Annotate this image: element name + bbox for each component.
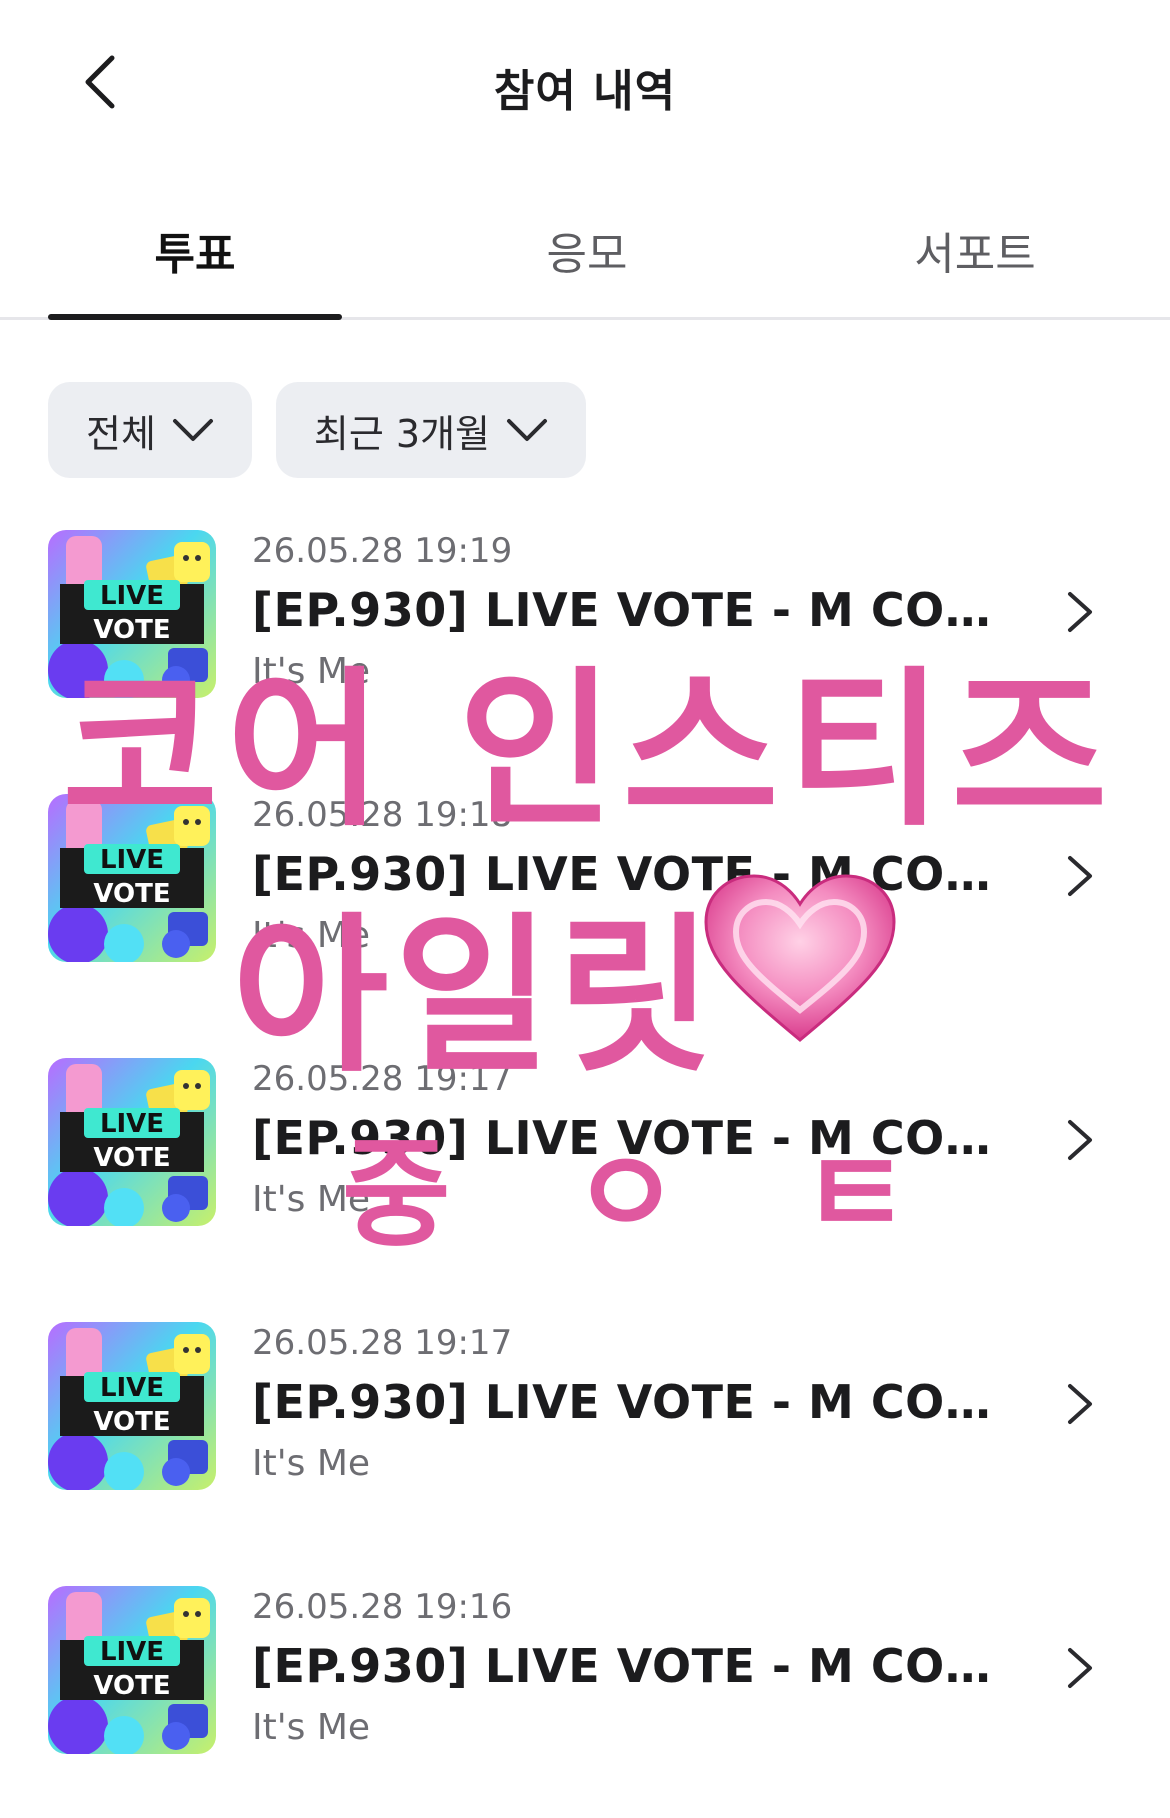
participation-history-screen: 참여 내역 투표 응모 서포트 전체 최근 3개월 LIVE VOTE 26.0… [0, 0, 1170, 1818]
tab-entry[interactable]: 응모 [440, 218, 734, 282]
filter-type-label: 전체 [86, 411, 156, 456]
tab-vote[interactable]: 투표 [48, 218, 342, 282]
list-item[interactable]: LIVE VOTE 26.05.28 19:16 [EP.930] LIVE V… [0, 1586, 1170, 1756]
header: 참여 내역 [0, 0, 1170, 170]
thumb-text-live: LIVE [100, 1637, 164, 1667]
vote-date: 26.05.28 19:17 [252, 1059, 513, 1099]
chevron-down-icon [172, 419, 213, 441]
vote-title: [EP.930] LIVE VOTE - M COUN... [252, 847, 992, 901]
list-item-meta: 26.05.28 19:17 [EP.930] LIVE VOTE - M CO… [252, 1058, 1012, 1224]
list-item-meta: 26.05.28 19:18 [EP.930] LIVE VOTE - M CO… [252, 794, 1012, 960]
live-vote-thumbnail: LIVE VOTE [48, 1586, 216, 1754]
live-vote-thumbnail: LIVE VOTE [48, 794, 216, 962]
filter-type-dropdown[interactable]: 전체 [48, 382, 252, 478]
vote-date: 26.05.28 19:18 [252, 795, 513, 835]
vote-date: 26.05.28 19:16 [252, 1587, 513, 1627]
active-tab-indicator [48, 314, 342, 320]
live-vote-thumbnail: LIVE VOTE [48, 530, 216, 698]
chevron-right-icon [1068, 856, 1092, 896]
thumb-text-vote: VOTE [93, 879, 170, 909]
thumb-text-vote: VOTE [93, 615, 170, 645]
voted-artist: It's Me [252, 1443, 371, 1484]
thumb-text-live: LIVE [100, 1373, 164, 1403]
list-item[interactable]: LIVE VOTE 26.05.28 19:18 [EP.930] LIVE V… [0, 794, 1170, 964]
voted-artist: It's Me [252, 1707, 371, 1748]
chevron-right-icon [1068, 1384, 1092, 1424]
filter-period-label: 최근 3개월 [313, 411, 491, 456]
thumb-text-vote: VOTE [93, 1407, 170, 1437]
chevron-right-icon [1068, 1648, 1092, 1688]
list-item-meta: 26.05.28 19:19 [EP.930] LIVE VOTE - M CO… [252, 530, 1012, 696]
tab-bar: 투표 응모 서포트 [0, 200, 1170, 320]
thumb-text-live: LIVE [100, 1109, 164, 1139]
list-item[interactable]: LIVE VOTE 26.05.28 19:17 [EP.930] LIVE V… [0, 1322, 1170, 1492]
vote-title: [EP.930] LIVE VOTE - M COUN... [252, 1375, 992, 1429]
live-vote-thumbnail: LIVE VOTE [48, 1058, 216, 1226]
list-item-meta: 26.05.28 19:16 [EP.930] LIVE VOTE - M CO… [252, 1586, 1012, 1752]
filter-period-dropdown[interactable]: 최근 3개월 [275, 382, 587, 478]
thumb-text-live: LIVE [100, 845, 164, 875]
voted-artist: It's Me [252, 651, 371, 692]
live-vote-thumbnail: LIVE VOTE [48, 1322, 216, 1490]
chevron-down-icon [507, 419, 548, 441]
vote-title: [EP.930] LIVE VOTE - M COUN... [252, 1639, 992, 1693]
thumb-text-live: LIVE [100, 581, 164, 611]
vote-date: 26.05.28 19:17 [252, 1323, 513, 1363]
page-title: 참여 내역 [493, 66, 677, 117]
voted-artist: It's Me [252, 915, 371, 956]
list-item[interactable]: LIVE VOTE 26.05.28 19:17 [EP.930] LIVE V… [0, 1058, 1170, 1228]
thumb-text-vote: VOTE [93, 1671, 170, 1701]
vote-title: [EP.930] LIVE VOTE - M COUN... [252, 1111, 992, 1165]
filter-bar: 전체 최근 3개월 [48, 382, 587, 478]
voted-artist: It's Me [252, 1179, 371, 1220]
chevron-right-icon [1068, 1120, 1092, 1160]
list-item[interactable]: LIVE VOTE 26.05.28 19:19 [EP.930] LIVE V… [0, 530, 1170, 700]
chevron-right-icon [1068, 592, 1092, 632]
thumb-text-vote: VOTE [93, 1143, 170, 1173]
tab-support[interactable]: 서포트 [828, 218, 1122, 282]
vote-date: 26.05.28 19:19 [252, 531, 513, 571]
vote-title: [EP.930] LIVE VOTE - M COUN... [252, 583, 992, 637]
list-item-meta: 26.05.28 19:17 [EP.930] LIVE VOTE - M CO… [252, 1322, 1012, 1488]
